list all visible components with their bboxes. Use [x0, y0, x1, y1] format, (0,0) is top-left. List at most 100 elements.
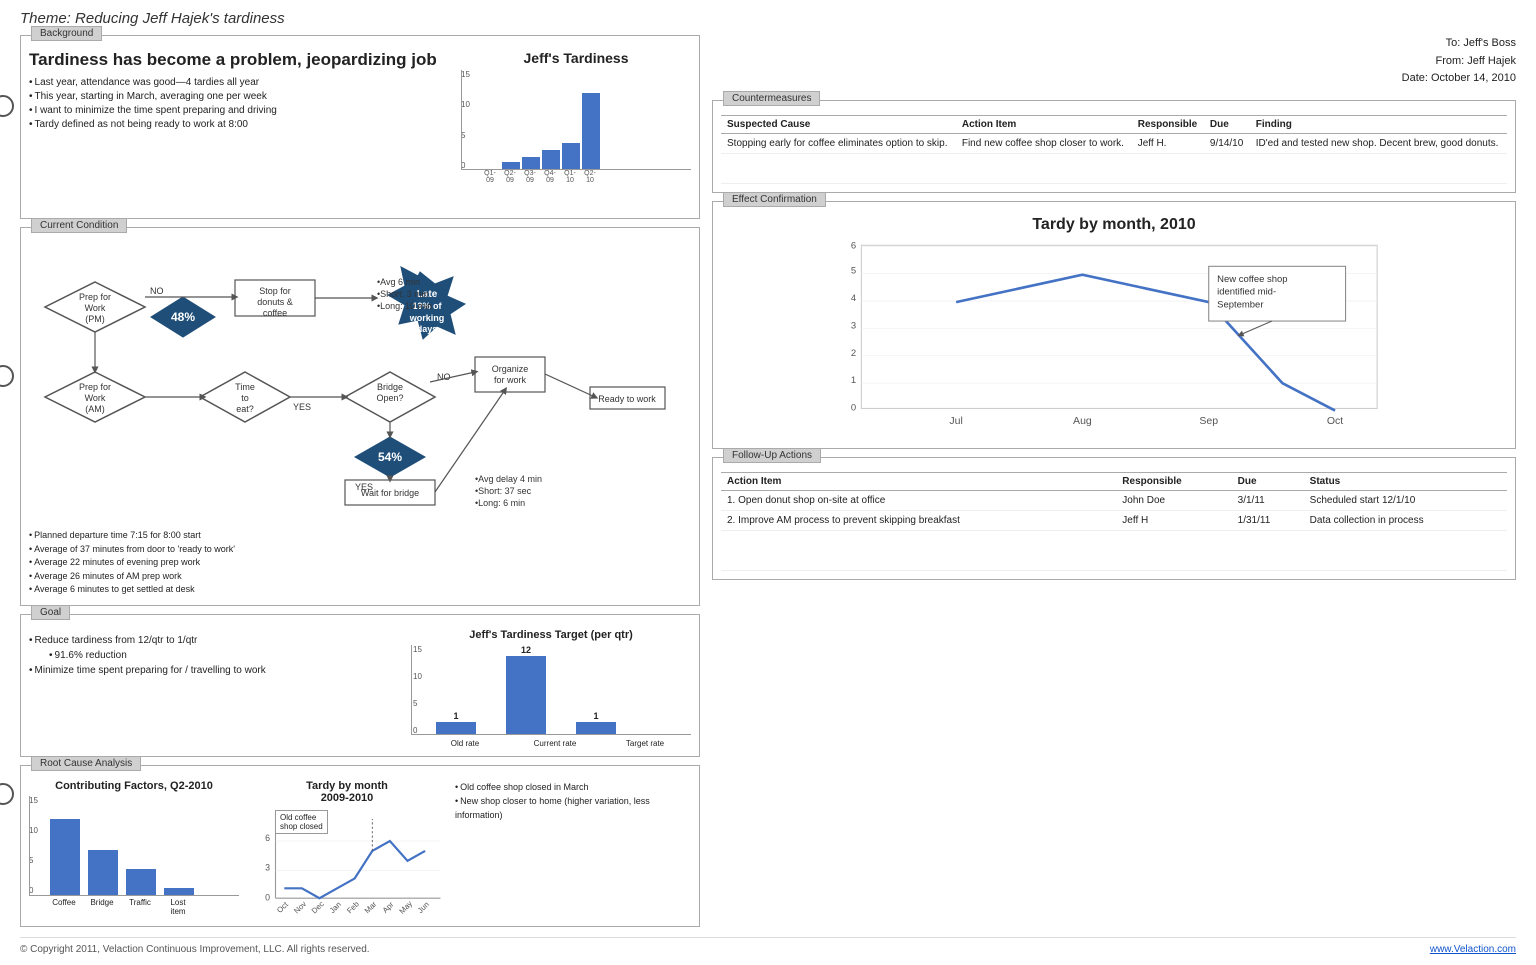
tardiness-x-labels: Q1-09 Q2-09 Q3-09 Q4-09 Q1-10 Q2-10 — [461, 170, 691, 184]
rca-line-chart-container: Old coffeeshop closed 0 3 6 — [247, 808, 447, 918]
footer-link[interactable]: www.Velaction.com — [1430, 944, 1516, 955]
svg-text:Prep for: Prep for — [79, 382, 111, 392]
circle-indicator-1 — [0, 95, 14, 117]
main-layout: Background Tardiness has become a proble… — [20, 35, 1516, 927]
fu-action-1: 1. Open donut shop on-site at office — [721, 490, 1116, 510]
svg-text:2: 2 — [851, 348, 856, 359]
follow-up-table: Action Item Responsible Due Status 1. Op… — [721, 472, 1507, 571]
table-row-empty — [721, 530, 1507, 570]
background-bullets: Last year, attendance was good—4 tardies… — [29, 76, 453, 132]
follow-up-content: Action Item Responsible Due Status 1. Op… — [721, 472, 1507, 571]
rca-bar-traffic — [126, 869, 156, 895]
svg-text:6: 6 — [265, 833, 270, 843]
svg-text:Jan: Jan — [328, 899, 343, 914]
svg-text:48%: 48% — [171, 310, 195, 324]
background-chart: Jeff's Tardiness 0 5 10 15 — [461, 50, 691, 210]
circle-indicator-3 — [0, 783, 14, 805]
rca-middle: Tardy by month2009-2010 Old coffeeshop c… — [247, 780, 447, 918]
background-heading: Tardiness has become a problem, jeopardi… — [29, 50, 453, 70]
rca-line-title: Tardy by month2009-2010 — [247, 780, 447, 804]
rca-annotation: Old coffeeshop closed — [275, 810, 328, 834]
svg-text:3: 3 — [265, 862, 270, 872]
goal-bullet-2: 91.6% reduction — [29, 648, 403, 663]
svg-text:Nov: Nov — [292, 899, 308, 915]
page: Theme: Reducing Jeff Hajek's tardiness B… — [0, 0, 1536, 965]
cm-header-row: Suspected Cause Action Item Responsible … — [721, 115, 1507, 133]
fu-th-status: Status — [1304, 472, 1507, 490]
svg-text:YES: YES — [293, 402, 311, 412]
svg-text:•Avg delay 4 min: •Avg delay 4 min — [475, 474, 542, 484]
bar-q1-10 — [562, 143, 580, 169]
svg-text:•Long: 6 min: •Long: 6 min — [475, 498, 525, 508]
svg-text:identified mid-: identified mid- — [1217, 287, 1276, 298]
svg-text:Ready to work: Ready to work — [598, 394, 656, 404]
header-to: To: Jeff's Boss — [712, 35, 1516, 53]
cc-note-3: Average 22 minutes of evening prep work — [29, 556, 691, 570]
rca-bar-coffee — [50, 819, 80, 895]
goal-bar-target: 1 — [576, 711, 616, 734]
svg-text:3: 3 — [851, 320, 856, 331]
svg-text:•Avg 6 min: •Avg 6 min — [377, 277, 420, 287]
svg-text:Apr: Apr — [381, 899, 396, 914]
svg-text:•Short: 3 min: •Short: 3 min — [377, 289, 429, 299]
fu-due-2: 1/31/11 — [1232, 510, 1304, 530]
rca-bar-lost — [164, 888, 194, 895]
svg-text:Jun: Jun — [416, 899, 431, 914]
rca-label-bridge: Bridge — [87, 898, 117, 916]
cm-responsible-1: Jeff H. — [1132, 133, 1204, 153]
header-from: From: Jeff Hajek — [712, 53, 1516, 71]
cm-th-action: Action Item — [956, 115, 1132, 133]
table-row: 2. Improve AM process to prevent skippin… — [721, 510, 1507, 530]
goal-x-label-current: Current rate — [525, 739, 585, 748]
bar-q2-10 — [582, 93, 600, 169]
svg-text:Bridge: Bridge — [377, 382, 403, 392]
goal-chart: Jeff's Tardiness Target (per qtr) 0 5 10… — [411, 629, 691, 748]
current-condition-content: Prep for Work (PM) 48% NO Stop for donut… — [29, 242, 691, 597]
countermeasures-label: Countermeasures — [723, 91, 820, 106]
svg-text:Oct: Oct — [1327, 415, 1343, 427]
svg-text:Stop for: Stop for — [259, 286, 291, 296]
footer: © Copyright 2011, Velaction Continuous I… — [20, 937, 1516, 955]
svg-text:Time: Time — [235, 382, 255, 392]
rca-contributing-title: Contributing Factors, Q2-2010 — [29, 780, 239, 792]
table-row-empty — [721, 153, 1507, 183]
table-row: 1. Open donut shop on-site at office Joh… — [721, 490, 1507, 510]
cc-note-4: Average 26 minutes of AM prep work — [29, 570, 691, 584]
svg-text:Dec: Dec — [310, 899, 326, 915]
countermeasures-content: Suspected Cause Action Item Responsible … — [721, 115, 1507, 184]
background-bullet-4: Tardy defined as not being ready to work… — [29, 118, 453, 132]
goal-x-label-old: Old rate — [435, 739, 495, 748]
effect-chart-svg: 0 1 2 3 4 5 6 — [741, 240, 1487, 440]
svg-text:54%: 54% — [378, 450, 402, 464]
fu-status-1: Scheduled start 12/1/10 — [1304, 490, 1507, 510]
svg-text:•Long: 10 min: •Long: 10 min — [377, 301, 432, 311]
svg-text:0: 0 — [265, 892, 270, 902]
svg-text:working: working — [409, 313, 445, 323]
countermeasures-table: Suspected Cause Action Item Responsible … — [721, 115, 1507, 184]
rca-content: Contributing Factors, Q2-2010 0 5 10 15 — [29, 780, 691, 918]
svg-text:NO: NO — [150, 286, 164, 296]
fu-responsible-1: John Doe — [1116, 490, 1231, 510]
fu-status-2: Data collection in process — [1304, 510, 1507, 530]
svg-text:to: to — [241, 393, 249, 403]
tardiness-bars — [461, 70, 691, 170]
cm-th-finding: Finding — [1250, 115, 1507, 133]
current-condition-label: Current Condition — [31, 218, 127, 233]
svg-text:5: 5 — [851, 265, 856, 276]
rca-bar-bridge — [88, 850, 118, 895]
cc-note-5: Average 6 minutes to get settled at desk — [29, 583, 691, 597]
rca-left: Contributing Factors, Q2-2010 0 5 10 15 — [29, 780, 239, 918]
svg-text:Feb: Feb — [345, 899, 361, 915]
svg-text:(PM): (PM) — [85, 314, 105, 324]
svg-text:YES: YES — [355, 482, 373, 492]
rca-section: Root Cause Analysis Contributing Factors… — [20, 765, 700, 927]
background-bullet-2: This year, starting in March, averaging … — [29, 90, 453, 104]
svg-text:Oct: Oct — [275, 899, 290, 914]
goal-section: Goal Reduce tardiness from 12/qtr to 1/q… — [20, 614, 700, 757]
rca-label-lost: Lost item — [163, 898, 193, 916]
flowchart-svg: Prep for Work (PM) 48% NO Stop for donut… — [29, 242, 691, 522]
cm-action-1: Find new coffee shop closer to work. — [956, 133, 1132, 153]
fu-due-1: 3/1/11 — [1232, 490, 1304, 510]
background-bullet-1: Last year, attendance was good—4 tardies… — [29, 76, 453, 90]
svg-text:•Short: 37 sec: •Short: 37 sec — [475, 486, 532, 496]
